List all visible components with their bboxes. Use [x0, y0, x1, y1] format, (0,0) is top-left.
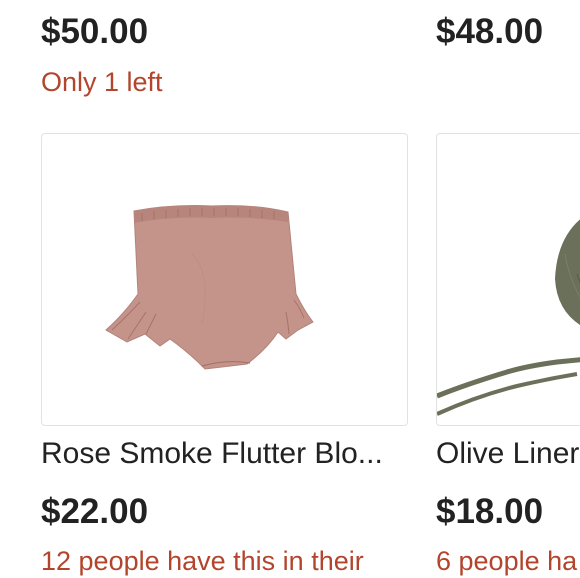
listing-price[interactable]: $18.00	[436, 494, 543, 529]
listing-price[interactable]: $50.00	[41, 14, 148, 49]
bloomers-image	[105, 205, 314, 370]
listing-price[interactable]: $48.00	[436, 14, 543, 49]
listing-grid: $50.00 Only 1 left $48.00 Rose Smoke Flu…	[0, 0, 580, 578]
bonnet-image	[437, 219, 580, 416]
stock-note: Only 1 left	[41, 67, 163, 97]
listing-image[interactable]	[436, 133, 580, 426]
listing-title[interactable]: Rose Smoke Flutter Blo...	[41, 439, 383, 469]
listing-title[interactable]: Olive Liner	[436, 439, 579, 469]
social-proof-note: 12 people have this in their	[41, 546, 364, 576]
listing-image[interactable]	[41, 133, 408, 426]
social-proof-note: 6 people ha	[436, 546, 578, 576]
listing-price[interactable]: $22.00	[41, 494, 148, 529]
